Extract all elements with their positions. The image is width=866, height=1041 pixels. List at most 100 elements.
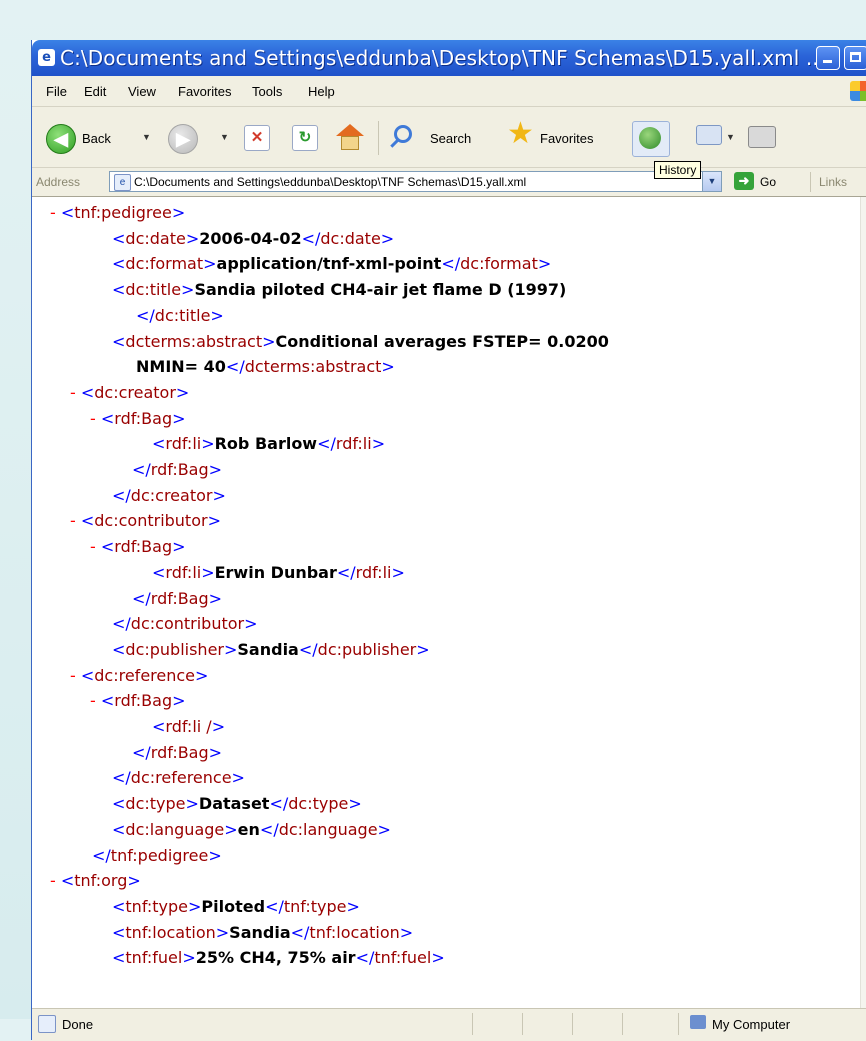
my-computer-icon	[690, 1015, 706, 1029]
title-bar[interactable]: e C:\Documents and Settings\eddunba\Desk…	[32, 40, 866, 76]
menu-help[interactable]: Help	[308, 84, 335, 99]
minimize-button[interactable]	[816, 46, 840, 70]
search-label[interactable]: Search	[430, 131, 471, 146]
xml-tag-name: dc:language	[278, 819, 378, 839]
back-arrow-icon: ◀	[54, 129, 68, 149]
xml-tag-name: dc:contributor	[94, 511, 208, 531]
tag-bracket: >	[348, 794, 362, 814]
favorites-star-icon[interactable]: ★	[507, 119, 534, 149]
tag-bracket: >	[188, 896, 202, 916]
xml-tag-name: rdf:Bag	[150, 588, 209, 608]
go-button[interactable]: Go	[760, 175, 776, 189]
print-icon[interactable]	[748, 126, 776, 148]
xml-tag-name: rdf:li	[355, 562, 392, 582]
xml-tag-name: dc:format	[125, 254, 204, 274]
tag-bracket: <	[112, 896, 126, 916]
collapse-toggle[interactable]: -	[90, 691, 101, 710]
back-button[interactable]: ◀	[46, 124, 76, 154]
tag-bracket: >	[224, 819, 238, 839]
tag-bracket: </	[290, 922, 310, 942]
collapse-toggle[interactable]: -	[90, 409, 101, 428]
xml-text-value: Dataset	[198, 794, 270, 814]
xml-line: <dcterms:abstract>Conditional averages F…	[112, 332, 609, 352]
status-divider	[572, 1013, 573, 1035]
address-label: Address	[36, 175, 81, 189]
tag-bracket: >	[172, 537, 186, 557]
history-tooltip: History	[654, 161, 702, 179]
xml-line: <dc:date>2006-04-02</dc:date>	[112, 229, 394, 249]
collapse-toggle[interactable]: -	[50, 203, 61, 222]
xml-line[interactable]: - <dc:reference>	[70, 666, 208, 686]
tag-bracket: >	[172, 408, 186, 428]
address-input[interactable]: e C:\Documents and Settings\eddunba\Desk…	[109, 171, 722, 192]
go-arrow-icon[interactable]: ➜	[734, 172, 754, 190]
xml-tag-name: dc:date	[125, 228, 186, 248]
collapse-toggle[interactable]: -	[90, 537, 101, 556]
xml-text-value: Conditional averages FSTEP= 0.0200	[275, 331, 609, 351]
status-divider	[622, 1013, 623, 1035]
tag-bracket: <	[60, 203, 75, 222]
address-dropdown-icon[interactable]: ▼	[702, 172, 721, 191]
stop-icon[interactable]: ✕	[244, 125, 270, 151]
xml-line[interactable]: - <rdf:Bag>	[90, 537, 186, 557]
tag-bracket: >	[224, 639, 238, 659]
favorites-label[interactable]: Favorites	[540, 131, 593, 146]
tag-bracket: <	[80, 511, 95, 531]
mail-icon[interactable]	[696, 125, 722, 145]
xml-tag-name: dc:creator	[130, 485, 213, 505]
menu-tools[interactable]: Tools	[252, 84, 282, 99]
home-icon[interactable]	[336, 124, 364, 150]
status-page-icon	[38, 1015, 56, 1033]
tag-bracket: </	[298, 639, 318, 659]
xml-line[interactable]: - <tnf:pedigree>	[50, 203, 185, 223]
collapse-toggle[interactable]: -	[70, 666, 81, 685]
mail-dropdown-icon[interactable]: ▼	[726, 132, 735, 142]
xml-text-value: Piloted	[201, 896, 266, 916]
tag-bracket: <	[100, 691, 115, 711]
xml-tag-name: dc:publisher	[125, 639, 224, 659]
menu-favorites[interactable]: Favorites	[178, 84, 231, 99]
tag-bracket: >	[181, 280, 195, 300]
xml-line[interactable]: - <rdf:Bag>	[90, 409, 186, 429]
collapse-toggle[interactable]: -	[70, 383, 81, 402]
refresh-icon[interactable]: ↻	[292, 125, 318, 151]
maximize-button[interactable]	[844, 46, 866, 70]
xml-tag-name: dc:date	[320, 228, 381, 248]
tag-bracket: >	[371, 434, 386, 454]
tag-bracket: <	[100, 408, 115, 428]
collapse-toggle[interactable]: -	[50, 871, 61, 890]
tag-bracket: </	[259, 819, 279, 839]
xml-text-value: en	[237, 819, 260, 839]
xml-line: <tnf:location>Sandia</tnf:location>	[112, 923, 413, 943]
vertical-scrollbar[interactable]	[860, 197, 866, 1008]
links-button[interactable]: Links	[819, 175, 847, 189]
xml-line[interactable]: - <rdf:Bag>	[90, 691, 186, 711]
collapse-toggle[interactable]: -	[70, 511, 81, 530]
xml-tag-name: tnf:fuel	[374, 948, 432, 968]
xml-line[interactable]: - <tnf:org>	[50, 871, 141, 891]
xml-tag-name: tnf:fuel	[125, 948, 183, 968]
back-label[interactable]: Back	[82, 131, 111, 146]
xml-tag-name: dc:type	[288, 794, 349, 814]
tag-bracket: >	[431, 948, 445, 968]
back-dropdown-icon[interactable]: ▼	[142, 132, 151, 142]
xml-tag-name: rdf:li	[165, 434, 202, 454]
xml-tag-name: rdf:Bag	[114, 408, 173, 428]
address-value[interactable]: C:\Documents and Settings\eddunba\Deskto…	[134, 175, 526, 189]
xml-line[interactable]: - <dc:creator>	[70, 383, 189, 403]
menu-file[interactable]: File	[46, 84, 67, 99]
search-icon[interactable]	[394, 125, 412, 143]
forward-button[interactable]: ▶	[168, 124, 198, 154]
tag-bracket: <	[112, 254, 126, 274]
history-button[interactable]	[632, 121, 670, 157]
xml-line[interactable]: - <dc:contributor>	[70, 511, 221, 531]
xml-tag-name: tnf:type	[283, 896, 347, 916]
xml-text-value: Sandia	[237, 639, 299, 659]
forward-dropdown-icon[interactable]: ▼	[220, 132, 229, 142]
menu-view[interactable]: View	[128, 84, 156, 99]
xml-line: </dc:title>	[136, 306, 224, 326]
xml-text-value: NMIN= 40	[136, 357, 226, 377]
menu-edit[interactable]: Edit	[84, 84, 106, 99]
xml-text-value: 25% CH4, 75% air	[195, 948, 356, 968]
tag-bracket: <	[60, 871, 75, 891]
